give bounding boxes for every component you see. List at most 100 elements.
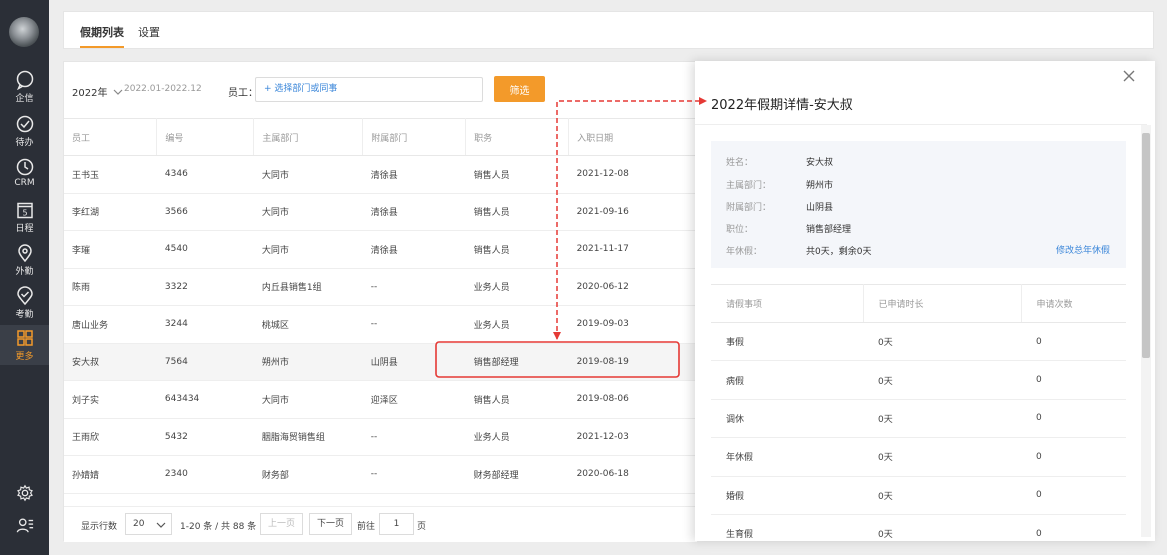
- leave-count: 0: [1021, 437, 1126, 477]
- table-row[interactable]: 王书玉 4346 大同市 清徐县 销售人员 2021-12-08: [64, 155, 697, 194]
- drawer-scrollbar[interactable]: [1141, 125, 1151, 537]
- year-select[interactable]: 2022年: [72, 84, 123, 99]
- table-row: 事假 0天 0: [711, 322, 1126, 362]
- nav-crm[interactable]: CRM: [0, 157, 49, 195]
- employee-number: 2340: [156, 455, 254, 494]
- leave-summary-table: 请假事项 已申请时长 申请次数 事假 0天 0 病假 0天 0 调休 0天 0 年休假 0天 0 婚假 0…: [711, 284, 1126, 554]
- nav-todo[interactable]: 待办: [0, 114, 49, 152]
- grid-icon: [16, 330, 33, 346]
- calendar-icon: 5: [16, 202, 33, 219]
- employee-picker[interactable]: + 选择部门或同事: [255, 77, 483, 102]
- leave-type: 事假: [711, 322, 863, 362]
- position: 财务部经理: [465, 455, 569, 494]
- main-department: 大同市: [253, 155, 363, 194]
- nav-schedule[interactable]: 5 日程: [0, 200, 49, 238]
- employee-name: 李红湖: [64, 193, 157, 231]
- position: 销售部经理: [465, 343, 569, 381]
- sub-department: 山阴县: [362, 343, 466, 381]
- position: 销售人员: [465, 380, 569, 419]
- hire-date: 2021-12-08: [568, 155, 697, 194]
- settings-button[interactable]: [0, 484, 49, 502]
- employee-label: 员工：: [228, 88, 258, 99]
- nav-label: 企信: [15, 94, 34, 104]
- table-row[interactable]: 唐山业务 3244 桃城区 -- 业务人员 2019-09-03: [64, 305, 697, 344]
- employee-name: 王书玉: [64, 155, 157, 194]
- nav-more[interactable]: 更多: [0, 325, 49, 365]
- leave-type: 生育假: [711, 514, 863, 554]
- position: 销售人员: [465, 230, 569, 269]
- sub-department: 清徐县: [362, 193, 466, 231]
- info-value: 销售部经理: [806, 225, 852, 235]
- scrollbar-thumb[interactable]: [1142, 133, 1150, 358]
- position: 业务人员: [465, 268, 569, 306]
- header-main-dept: 主属部门: [253, 118, 364, 156]
- table-row: 调休 0天 0: [711, 399, 1126, 439]
- leave-duration: 0天: [863, 514, 1021, 554]
- page-summary: 1-20 条 / 共 88 条: [180, 522, 257, 532]
- leave-duration: 0天: [863, 360, 1021, 400]
- employee-number: 643434: [156, 380, 254, 419]
- table-row: 年休假 0天 0: [711, 437, 1126, 477]
- page-number-input[interactable]: 1: [379, 513, 414, 535]
- gear-icon: [16, 484, 33, 502]
- table-row[interactable]: 李红湖 3566 大同市 清徐县 销售人员 2021-09-16: [64, 193, 697, 231]
- clock-icon: [16, 158, 33, 176]
- header-duration: 已申请时长: [863, 284, 1022, 323]
- header-leave-type: 请假事项: [711, 284, 864, 323]
- position: 业务人员: [465, 418, 569, 456]
- hire-date: 2020-06-18: [568, 455, 697, 494]
- filter-button[interactable]: 筛选: [494, 76, 545, 102]
- leave-duration: 0天: [863, 322, 1021, 362]
- employee-number: 4346: [156, 155, 254, 194]
- sub-department: 清徐县: [362, 230, 466, 269]
- table-row[interactable]: 陈雨 3322 内丘县销售1组 -- 业务人员 2020-06-12: [64, 268, 697, 306]
- employee-number: 5432: [156, 418, 254, 456]
- leave-duration: 0天: [863, 476, 1021, 515]
- nav-attendance[interactable]: 考勤: [0, 286, 49, 324]
- employee-table: 员工 编号 主属部门 附属部门 职务 入职日期 王书玉 4346 大同市 清徐县 销售人…: [64, 118, 697, 494]
- user-list-button[interactable]: [0, 516, 49, 534]
- avatar[interactable]: [9, 17, 39, 47]
- header-number: 编号: [156, 118, 255, 156]
- header-sub-dept: 附属部门: [362, 118, 467, 156]
- filter-bar: 2022年 2022.01-2022.12 员工： + 选择部门或同事 筛选: [64, 62, 704, 118]
- pagination: 显示行数 20 1-20 条 / 共 88 条 上一页 下一页 前往 1 页: [64, 506, 697, 542]
- close-icon[interactable]: [1122, 69, 1136, 83]
- sub-department: 清徐县: [362, 155, 466, 194]
- nav-label: 考勤: [15, 310, 34, 320]
- prev-page-button[interactable]: 上一页: [260, 513, 303, 535]
- info-value: 山阴县: [806, 203, 834, 213]
- table-row[interactable]: 安大叔 7564 朔州市 山阴县 销售部经理 2019-08-19: [64, 343, 697, 381]
- nav-qixin[interactable]: 企信: [0, 70, 49, 108]
- header-count: 申请次数: [1021, 284, 1126, 323]
- nav-field[interactable]: 外勤: [0, 243, 49, 281]
- sub-department: --: [362, 268, 466, 306]
- edit-annual-leave-link[interactable]: 修改总年休假: [1056, 243, 1110, 256]
- main-department: 大同市: [253, 193, 363, 231]
- table-row[interactable]: 李璀 4540 大同市 清徐县 销售人员 2021-11-17: [64, 230, 697, 269]
- sub-department: --: [362, 455, 466, 494]
- nav-label: 外勤: [15, 267, 34, 277]
- table-header-row: 员工 编号 主属部门 附属部门 职务 入职日期: [64, 118, 697, 156]
- table-row[interactable]: 刘子实 643434 大同市 迎泽区 销售人员 2019-08-06: [64, 380, 697, 419]
- next-page-button[interactable]: 下一页: [309, 513, 352, 535]
- table-row[interactable]: 王雨欣 5432 胭脂海贸销售组 -- 业务人员 2021-12-03: [64, 418, 697, 456]
- hire-date: 2019-08-19: [568, 343, 697, 381]
- employee-info-card: 姓名： 安大叔 主属部门： 朔州市 附属部门： 山阴县 职位： 销售部经理 年休假： 共0…: [711, 141, 1126, 268]
- employee-name: 李璀: [64, 230, 157, 269]
- main-department: 大同市: [253, 380, 363, 419]
- tab-leave-list[interactable]: 假期列表: [80, 24, 124, 40]
- table-row[interactable]: 孙婧婧 2340 财务部 -- 财务部经理 2020-06-18: [64, 455, 697, 494]
- nav-label: CRM: [14, 178, 35, 188]
- chat-icon: [16, 70, 33, 90]
- info-key: 姓名：: [726, 158, 754, 168]
- leave-count: 0: [1021, 322, 1126, 362]
- info-key: 职位：: [726, 225, 754, 235]
- page-size-select[interactable]: 20: [125, 513, 172, 535]
- hire-date: 2021-12-03: [568, 418, 697, 456]
- hire-date: 2020-06-12: [568, 268, 697, 306]
- info-value: 安大叔: [806, 158, 834, 168]
- tab-settings[interactable]: 设置: [138, 24, 160, 40]
- info-key: 年休假：: [726, 247, 763, 257]
- hire-date: 2019-08-06: [568, 380, 697, 419]
